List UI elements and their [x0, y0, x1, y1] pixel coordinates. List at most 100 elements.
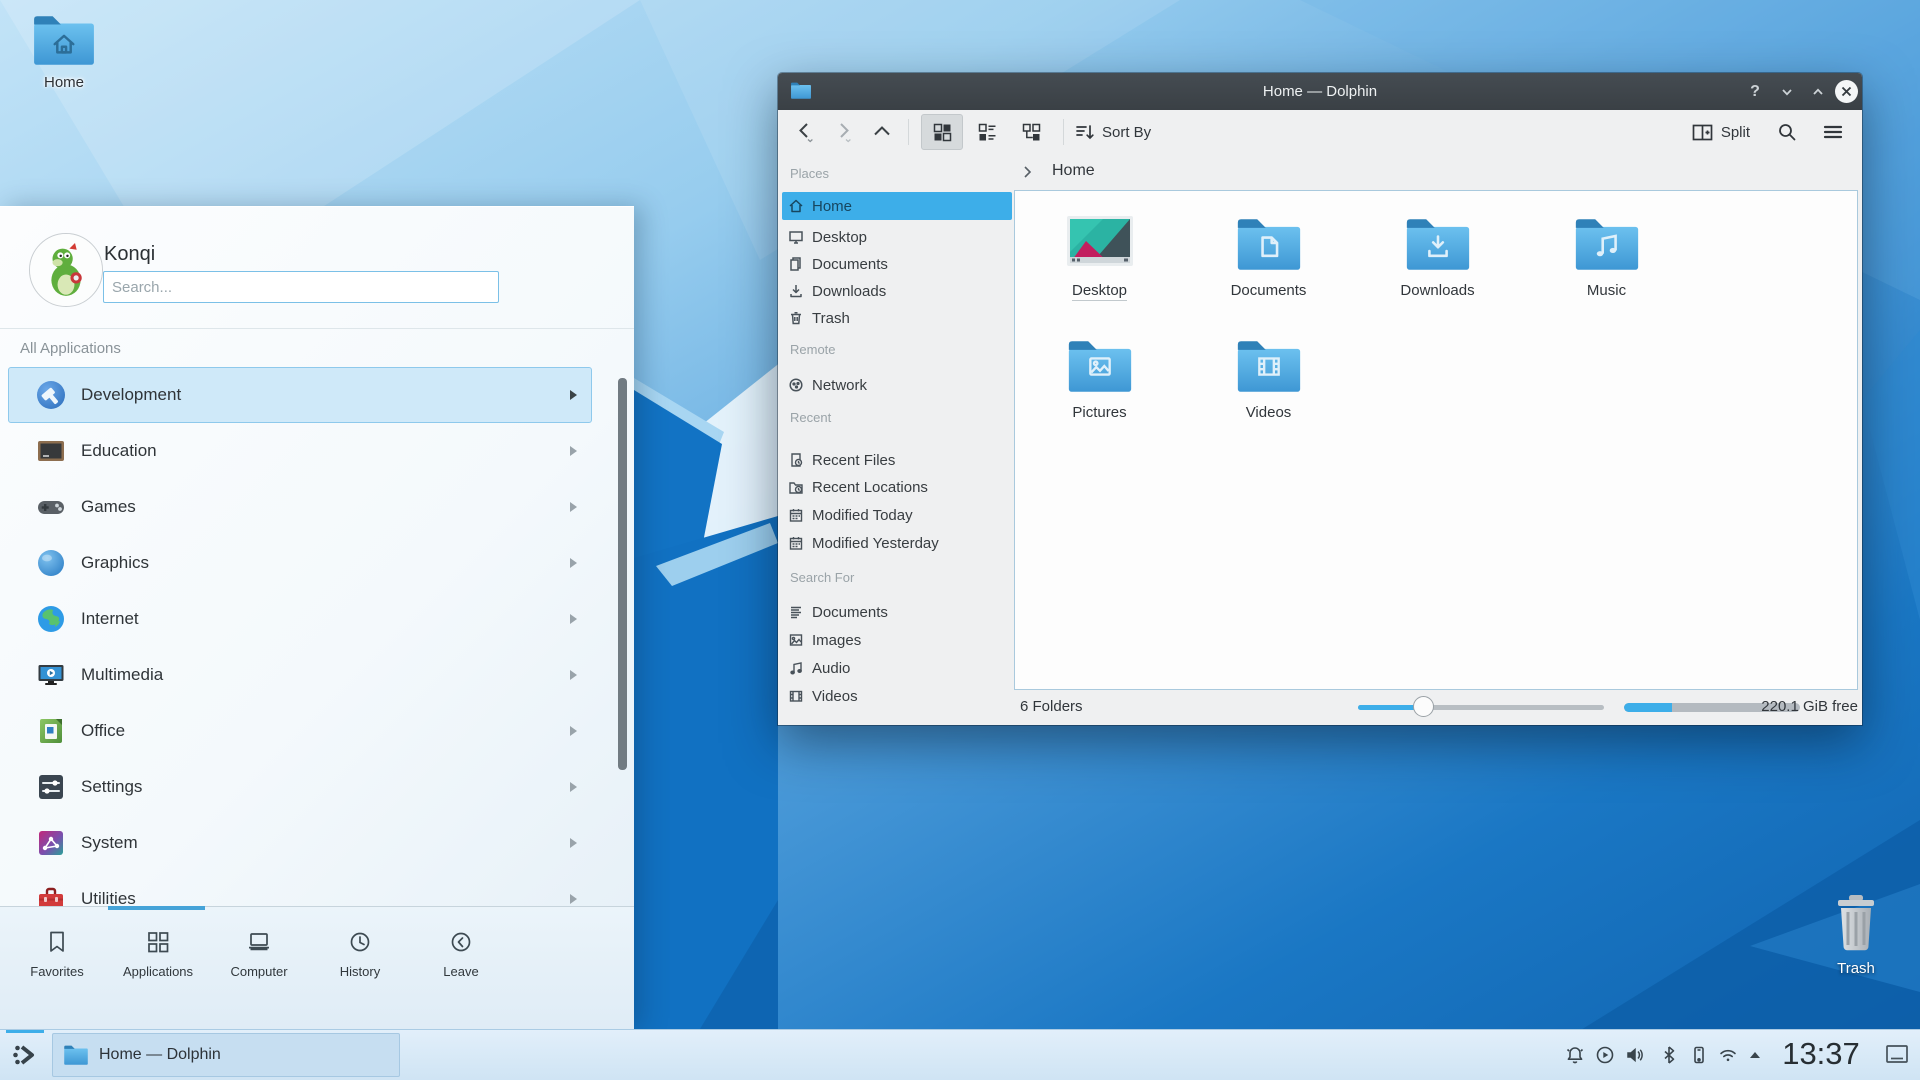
- folder-item-pictures[interactable]: Pictures: [1015, 337, 1184, 459]
- back-button[interactable]: [790, 114, 822, 150]
- search-for-videos[interactable]: Videos: [782, 682, 1012, 710]
- recent-locations-icon: [788, 479, 804, 495]
- folder-item-label: Downloads: [1400, 282, 1474, 299]
- zoom-slider-handle[interactable]: [1413, 696, 1434, 717]
- forward-button[interactable]: [828, 114, 860, 150]
- category-label: Internet: [81, 609, 139, 629]
- window-body: Places Home Desktop: [778, 154, 1862, 725]
- education-icon: [35, 435, 67, 467]
- desktop-icon-home[interactable]: Home: [14, 12, 114, 91]
- sort-by-button[interactable]: Sort By: [1074, 114, 1151, 150]
- folder-view[interactable]: Desktop Documents Downloads: [1014, 190, 1858, 690]
- tab-favorites[interactable]: Favorites: [7, 929, 107, 979]
- category-office[interactable]: Office: [8, 703, 592, 759]
- search-for-audio[interactable]: Audio: [782, 654, 1012, 682]
- tab-applications[interactable]: Applications: [108, 929, 208, 979]
- category-settings[interactable]: Settings: [8, 759, 592, 815]
- titlebar[interactable]: Home — Dolphin ?: [778, 73, 1862, 110]
- place-desktop[interactable]: Desktop: [782, 223, 1012, 251]
- up-button[interactable]: [866, 114, 898, 150]
- music-folder-icon: [1572, 215, 1642, 273]
- tab-history[interactable]: History: [310, 929, 410, 979]
- place-recent-files[interactable]: Recent Files: [782, 446, 1012, 474]
- category-multimedia[interactable]: Multimedia: [8, 647, 592, 703]
- category-graphics[interactable]: Graphics: [8, 535, 592, 591]
- place-home[interactable]: Home: [782, 192, 1012, 220]
- maximize-button[interactable]: [1806, 80, 1830, 104]
- category-development[interactable]: Development: [8, 367, 592, 423]
- places-section-header: Remote: [790, 342, 836, 362]
- tree-view-button[interactable]: [1011, 115, 1051, 149]
- close-button[interactable]: [1835, 80, 1858, 103]
- calendar-icon: [788, 535, 804, 551]
- application-launcher-button[interactable]: [0, 1030, 50, 1080]
- folder-item-desktop[interactable]: Desktop: [1015, 215, 1184, 337]
- place-downloads[interactable]: Downloads: [782, 277, 1012, 305]
- folder-item-downloads[interactable]: Downloads: [1353, 215, 1522, 337]
- window-title: Home — Dolphin: [778, 83, 1862, 100]
- place-modified-today[interactable]: Modified Today: [782, 501, 1012, 529]
- details-view-button[interactable]: [967, 115, 1007, 149]
- place-label: Modified Yesterday: [812, 535, 939, 552]
- media-player-icon[interactable]: [1594, 1044, 1616, 1066]
- split-button[interactable]: Split: [1691, 114, 1750, 150]
- scrollbar[interactable]: [618, 378, 627, 770]
- icons-view-button[interactable]: [921, 114, 963, 150]
- wifi-icon[interactable]: [1717, 1044, 1739, 1066]
- search-button[interactable]: [1776, 114, 1798, 150]
- search-input[interactable]: [103, 271, 499, 303]
- minimize-button[interactable]: [1775, 80, 1799, 104]
- search-for-images[interactable]: Images: [782, 626, 1012, 654]
- menu-button[interactable]: [1822, 114, 1844, 150]
- image-icon: [788, 632, 804, 648]
- desktop-icon-trash[interactable]: Trash: [1806, 892, 1906, 977]
- category-label: Education: [81, 441, 157, 461]
- desktop-root: Home Trash Konqi A: [0, 0, 1920, 1080]
- place-recent-locations[interactable]: Recent Locations: [782, 473, 1012, 501]
- category-label: Development: [81, 385, 181, 405]
- tab-label: Computer: [209, 964, 309, 979]
- item-count: 6 Folders: [1020, 698, 1083, 715]
- help-button[interactable]: ?: [1743, 80, 1767, 104]
- volume-icon[interactable]: [1624, 1044, 1646, 1066]
- breadcrumb-location: Home: [1052, 162, 1095, 180]
- user-avatar[interactable]: [29, 233, 103, 307]
- home-icon: [788, 198, 804, 214]
- clock[interactable]: 13:37: [1778, 1036, 1864, 1072]
- chevron-right-icon: [570, 558, 577, 568]
- category-label: System: [81, 833, 138, 853]
- place-documents[interactable]: Documents: [782, 250, 1012, 278]
- zoom-slider[interactable]: [1358, 705, 1604, 710]
- launcher-active-indicator: [6, 1030, 44, 1033]
- free-space-text: 220.1 GiB free: [1761, 698, 1858, 715]
- bluetooth-icon[interactable]: [1658, 1044, 1680, 1066]
- place-modified-yesterday[interactable]: Modified Yesterday: [782, 529, 1012, 557]
- device-notifier-icon[interactable]: [1688, 1044, 1710, 1066]
- place-trash[interactable]: Trash: [782, 304, 1012, 332]
- status-bar: 6 Folders 220.1 GiB free: [1016, 690, 1862, 725]
- category-education[interactable]: Education: [8, 423, 592, 479]
- taskbar-task-dolphin[interactable]: Home — Dolphin: [52, 1033, 400, 1077]
- expand-tray-arrow-icon[interactable]: [1748, 1049, 1762, 1061]
- notifications-bell-icon[interactable]: [1564, 1044, 1586, 1066]
- category-games[interactable]: Games: [8, 479, 592, 535]
- category-internet[interactable]: Internet: [8, 591, 592, 647]
- folder-item-music[interactable]: Music: [1522, 215, 1691, 337]
- music-note-icon: [788, 660, 804, 676]
- tab-computer[interactable]: Computer: [209, 929, 309, 979]
- chevron-right-icon: [570, 390, 577, 400]
- category-system[interactable]: System: [8, 815, 592, 871]
- graphics-icon: [35, 547, 67, 579]
- folder-item-documents[interactable]: Documents: [1184, 215, 1353, 337]
- folder-item-label: Pictures: [1072, 404, 1126, 421]
- tab-label: Favorites: [7, 964, 107, 979]
- tab-leave[interactable]: Leave: [411, 929, 511, 979]
- place-network[interactable]: Network: [782, 371, 1012, 399]
- show-desktop-icon[interactable]: [1884, 1042, 1910, 1068]
- breadcrumb[interactable]: Home: [1016, 154, 1862, 190]
- internet-icon: [35, 603, 67, 635]
- folder-item-videos[interactable]: Videos: [1184, 337, 1353, 459]
- search-for-documents[interactable]: Documents: [782, 598, 1012, 626]
- active-tab-indicator: [108, 906, 205, 910]
- konqi-avatar-image: [30, 234, 102, 306]
